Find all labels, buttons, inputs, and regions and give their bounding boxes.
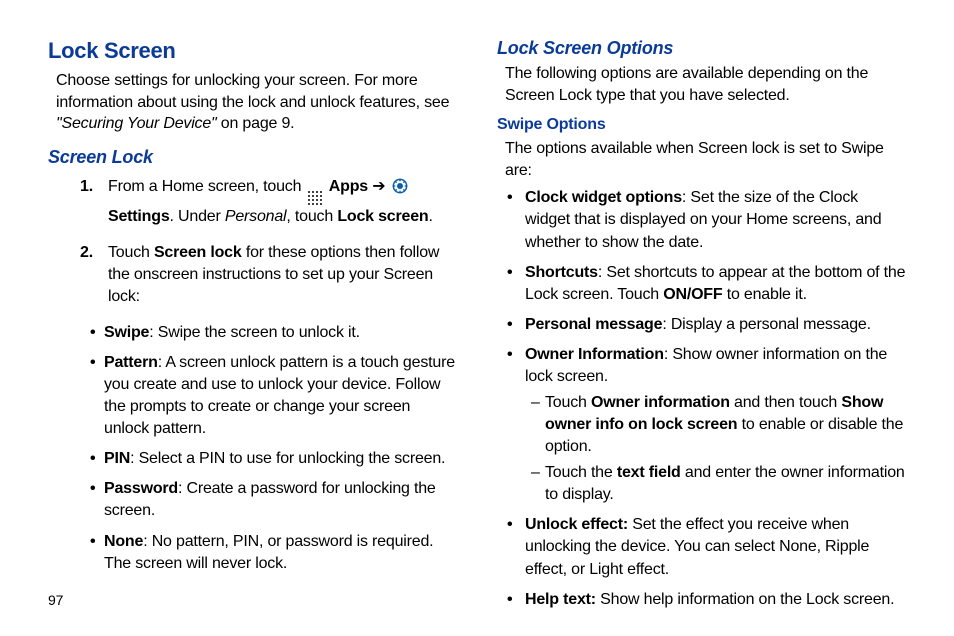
step1-pre: From a Home screen, touch xyxy=(108,178,306,195)
step1-apps: Apps xyxy=(329,178,368,195)
step1-personal: Personal xyxy=(225,208,287,225)
owner-s1-pre: Touch xyxy=(545,394,591,411)
owner-sublist: Touch Owner information and then touch S… xyxy=(531,392,906,506)
two-column-layout: Lock Screen Choose settings for unlockin… xyxy=(48,38,906,619)
right-column: Lock Screen Options The following option… xyxy=(497,38,906,619)
option-none-label: None xyxy=(104,533,143,550)
swipe-options-list: Clock widget options: Set the size of th… xyxy=(505,187,906,610)
screen-lock-steps: 1. From a Home screen, touch Apps ➔ Sett… xyxy=(80,176,457,308)
left-column: Lock Screen Choose settings for unlockin… xyxy=(48,38,457,619)
option-pin: PIN: Select a PIN to use for unlocking t… xyxy=(90,448,457,470)
swipe-intro: The options available when Screen lock i… xyxy=(505,138,906,181)
heading-swipe-options: Swipe Options xyxy=(497,116,906,134)
bullet-shortcuts-label: Shortcuts xyxy=(525,264,598,281)
options-intro: The following options are available depe… xyxy=(505,63,906,106)
bullet-shortcuts-desc2: to enable it. xyxy=(722,286,806,303)
apps-icon xyxy=(308,191,323,206)
bullet-shortcuts-onoff: ON/OFF xyxy=(663,286,722,303)
bullet-unlock-effect: Unlock effect: Set the effect you receiv… xyxy=(505,514,906,580)
bullet-help-text: Help text: Show help information on the … xyxy=(505,589,906,611)
step1-post1: . Under xyxy=(170,208,225,225)
intro-ref: "Securing Your Device" xyxy=(56,115,217,132)
bullet-owner-info: Owner Information: Show owner informatio… xyxy=(505,344,906,507)
step1-lockscreen: Lock screen xyxy=(337,208,428,225)
option-swipe-label: Swipe xyxy=(104,324,149,341)
bullet-owner-label: Owner Information xyxy=(525,346,664,363)
owner-s1-mid: and then touch xyxy=(730,394,842,411)
bullet-unlock-label: Unlock effect: xyxy=(525,516,628,533)
owner-s2-pre: Touch the xyxy=(545,464,617,481)
step-1: 1. From a Home screen, touch Apps ➔ Sett… xyxy=(80,176,457,228)
step-number: 1. xyxy=(80,176,93,198)
option-password: Password: Create a password for unlockin… xyxy=(90,478,457,522)
heading-lock-screen: Lock Screen xyxy=(48,38,457,64)
page-number: 97 xyxy=(48,592,63,608)
owner-s1-b1: Owner information xyxy=(591,394,730,411)
option-pin-label: PIN xyxy=(104,450,130,467)
heading-lock-screen-options: Lock Screen Options xyxy=(497,38,906,59)
option-swipe-desc: : Swipe the screen to unlock it. xyxy=(149,324,360,341)
step-2: 2. Touch Screen lock for these options t… xyxy=(80,242,457,308)
owner-sub-2: Touch the text field and enter the owner… xyxy=(531,462,906,506)
option-password-label: Password xyxy=(104,480,178,497)
step1-end: . xyxy=(429,208,433,225)
step-number: 2. xyxy=(80,242,93,264)
owner-s2-b: text field xyxy=(617,464,681,481)
lock-type-options: Swipe: Swipe the screen to unlock it. Pa… xyxy=(90,322,457,575)
bullet-pmsg-desc: : Display a personal message. xyxy=(662,316,871,333)
option-pattern: Pattern: A screen unlock pattern is a to… xyxy=(90,352,457,440)
arrow: ➔ xyxy=(368,178,390,195)
step2-pre: Touch xyxy=(108,244,154,261)
bullet-pmsg-label: Personal message xyxy=(525,316,662,333)
step2-screenlock: Screen lock xyxy=(154,244,242,261)
step1-post2: , touch xyxy=(286,208,337,225)
option-swipe: Swipe: Swipe the screen to unlock it. xyxy=(90,322,457,344)
option-none: None: No pattern, PIN, or password is re… xyxy=(90,531,457,575)
intro-text-2: on page 9. xyxy=(217,115,295,132)
bullet-clock-widget: Clock widget options: Set the size of th… xyxy=(505,187,906,253)
intro-text-1: Choose settings for unlocking your scree… xyxy=(56,72,449,111)
bullet-help-desc: Show help information on the Lock screen… xyxy=(596,591,894,608)
bullet-shortcuts: Shortcuts: Set shortcuts to appear at th… xyxy=(505,262,906,306)
bullet-clock-label: Clock widget options xyxy=(525,189,682,206)
owner-sub-1: Touch Owner information and then touch S… xyxy=(531,392,906,458)
settings-icon xyxy=(392,178,408,194)
intro-paragraph: Choose settings for unlocking your scree… xyxy=(56,70,457,135)
bullet-personal-message: Personal message: Display a personal mes… xyxy=(505,314,906,336)
option-none-desc: : No pattern, PIN, or password is requir… xyxy=(104,533,433,572)
option-pattern-label: Pattern xyxy=(104,354,158,371)
option-pin-desc: : Select a PIN to use for unlocking the … xyxy=(130,450,445,467)
bullet-help-label: Help text: xyxy=(525,591,596,608)
step1-settings: Settings xyxy=(108,208,170,225)
heading-screen-lock: Screen Lock xyxy=(48,147,457,168)
